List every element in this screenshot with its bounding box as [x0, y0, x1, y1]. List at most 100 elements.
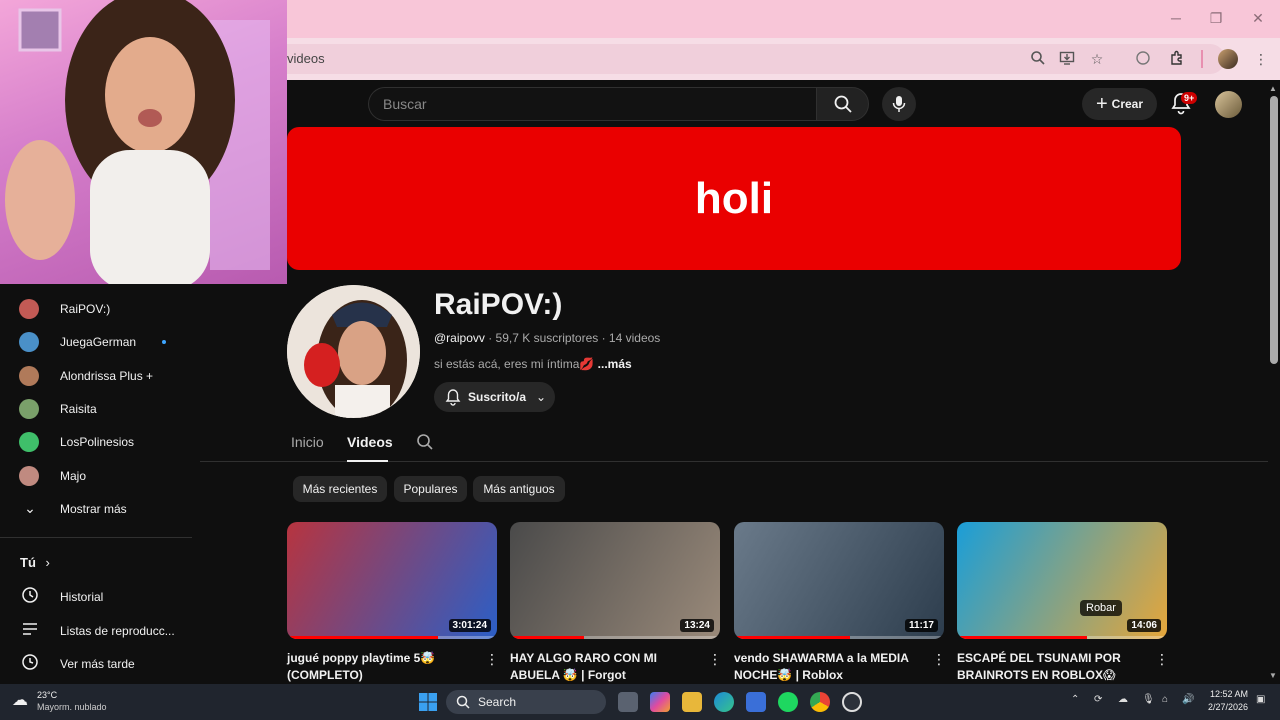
- sidebar-item-raisita[interactable]: Raisita: [10, 392, 181, 425]
- bookmark-star-icon[interactable]: ☆: [1088, 50, 1106, 68]
- video-duration: 11:17: [904, 619, 938, 632]
- tray-expand-icon[interactable]: ⌃: [1071, 694, 1079, 705]
- close-icon[interactable]: ✕: [1248, 10, 1268, 28]
- video-duration: 13:24: [680, 619, 714, 632]
- chevron-down-icon: ⌄: [24, 500, 36, 516]
- scroll-down-icon[interactable]: ▼: [1269, 671, 1277, 680]
- video-title[interactable]: jugué poppy playtime 5🤯 (COMPLETO): [287, 650, 477, 684]
- sidebar-item-lospolinesios[interactable]: LosPolinesios: [10, 425, 181, 458]
- browser-menu-icon[interactable]: ⋮: [1252, 50, 1270, 68]
- minimize-icon[interactable]: ─: [1166, 10, 1186, 28]
- sidebar-item-history[interactable]: Historial: [10, 580, 181, 613]
- video-title[interactable]: ESCAPÉ DEL TSUNAMI POR BRAINROTS EN ROBL…: [957, 650, 1147, 684]
- show-more-button[interactable]: ⌄ Mostrar más: [10, 492, 181, 525]
- chip-recent[interactable]: Más recientes: [293, 476, 387, 502]
- sidebar-item-juegagerman[interactable]: JuegaGerman: [10, 325, 181, 358]
- zoom-icon[interactable]: [1029, 50, 1047, 68]
- video-menu-icon[interactable]: ⋮: [485, 652, 499, 666]
- chevron-down-icon: ⌄: [536, 390, 547, 404]
- weather-temp: 23°C: [37, 690, 58, 700]
- sidebar-item-majo[interactable]: Majo: [10, 459, 181, 492]
- chevron-right-icon: ›: [45, 555, 50, 570]
- sidebar-item-alondrissa[interactable]: Alondrissa Plus +: [10, 359, 181, 392]
- obs-icon[interactable]: [842, 692, 862, 712]
- toolbar-separator: [1201, 50, 1203, 68]
- more-link[interactable]: ...más: [598, 357, 632, 371]
- sync-icon[interactable]: ⟳: [1094, 694, 1102, 705]
- weather-desc: Mayorm. nublado: [37, 702, 107, 712]
- app-tray-icon[interactable]: ☁: [1118, 694, 1128, 705]
- extensions-puzzle-icon[interactable]: [1168, 50, 1186, 68]
- channel-avatar[interactable]: [287, 285, 420, 418]
- edge-icon[interactable]: [714, 692, 734, 712]
- taskbar-search-label: Search: [478, 695, 517, 709]
- notification-center-icon[interactable]: ▣: [1256, 694, 1265, 705]
- search-button[interactable]: [816, 87, 869, 121]
- extension-icon[interactable]: [1134, 50, 1152, 68]
- video-thumbnail[interactable]: 13:24: [510, 522, 720, 639]
- copilot-icon[interactable]: [650, 692, 670, 712]
- address-bar[interactable]: [270, 44, 1225, 74]
- clock-date[interactable]: 2/27/2026: [1202, 702, 1248, 712]
- volume-icon[interactable]: 🔊: [1182, 694, 1194, 705]
- sidebar-item-watch-later[interactable]: Ver más tarde: [10, 647, 181, 680]
- video-menu-icon[interactable]: ⋮: [1155, 652, 1169, 666]
- search-icon: [456, 695, 470, 709]
- tab-inicio[interactable]: Inicio: [291, 434, 324, 450]
- thumbnail-overlay-label: Robar: [1080, 600, 1122, 616]
- sidebar-item-raipov[interactable]: RaiPOV:): [10, 292, 181, 325]
- account-avatar[interactable]: [1215, 91, 1242, 118]
- restore-icon[interactable]: ❐: [1206, 10, 1226, 28]
- channel-meta: @raipovv · 59,7 K suscriptores · 14 vide…: [434, 331, 660, 345]
- taskbar-search[interactable]: Search: [446, 690, 606, 714]
- notification-badge: 9+: [1181, 92, 1198, 104]
- sidebar-item-label: RaiPOV:): [60, 301, 111, 316]
- install-app-icon[interactable]: [1058, 50, 1076, 68]
- chip-popular[interactable]: Populares: [394, 476, 467, 502]
- bell-icon: [445, 389, 461, 406]
- watch-progress-bar: [957, 636, 1088, 639]
- search-field[interactable]: [368, 87, 817, 121]
- network-icon[interactable]: ⌂: [1162, 694, 1168, 705]
- channel-search-icon[interactable]: [416, 433, 434, 456]
- chip-oldest[interactable]: Más antiguos: [473, 476, 565, 502]
- spotify-icon[interactable]: [778, 692, 798, 712]
- video-thumbnail[interactable]: Robar 14:06: [957, 522, 1167, 639]
- video-thumbnail[interactable]: 3:01:24: [287, 522, 497, 639]
- video-title[interactable]: vendo SHAWARMA a la MEDIA NOCHE🤯 | Roblo…: [734, 650, 924, 684]
- channel-banner: holi: [287, 127, 1181, 270]
- tab-videos[interactable]: Videos: [347, 434, 393, 450]
- you-label: Tú: [20, 555, 36, 570]
- scrollbar-thumb[interactable]: [1270, 96, 1278, 364]
- you-section-header[interactable]: Tú ›: [20, 555, 50, 570]
- sidebar-item-playlists[interactable]: Listas de reproducc...: [10, 614, 181, 647]
- task-view-icon[interactable]: [618, 692, 638, 712]
- sidebar-item-label: Historial: [60, 589, 104, 604]
- clock-time[interactable]: 12:52 AM: [1208, 689, 1248, 699]
- scroll-up-icon[interactable]: ▲: [1269, 84, 1277, 93]
- subscribed-button[interactable]: Suscrito/a ⌄: [434, 382, 555, 412]
- video-menu-icon[interactable]: ⋮: [932, 652, 946, 666]
- voice-search-button[interactable]: [882, 87, 916, 121]
- file-explorer-icon[interactable]: [682, 692, 702, 712]
- create-button[interactable]: + Crear: [1082, 88, 1157, 120]
- url-text: videos: [287, 51, 325, 66]
- video-title[interactable]: HAY ALGO RARO CON MI ABUELA 🤯 | Forgot: [510, 650, 700, 684]
- sidebar-item-label: Alondrissa Plus +: [60, 368, 154, 383]
- search-icon: [834, 95, 852, 113]
- channel-handle: @raipovv: [434, 331, 485, 345]
- microphone-tray-icon[interactable]: 🎙: [1142, 694, 1155, 705]
- profile-avatar[interactable]: [1218, 49, 1238, 69]
- video-menu-icon[interactable]: ⋮: [708, 652, 722, 666]
- weather-icon[interactable]: ☁: [12, 690, 28, 710]
- active-tab-indicator: [347, 460, 388, 462]
- chrome-icon[interactable]: [810, 692, 830, 712]
- playlist-icon: [20, 620, 40, 641]
- store-icon[interactable]: [746, 692, 766, 712]
- channel-description[interactable]: si estás acá, eres mi íntima💋 ...más: [434, 357, 632, 371]
- windows-start-icon[interactable]: [418, 692, 438, 717]
- new-content-dot: [162, 340, 166, 344]
- search-input[interactable]: [369, 88, 817, 120]
- watch-progress-bar: [287, 636, 439, 639]
- video-thumbnail[interactable]: 11:17: [734, 522, 944, 639]
